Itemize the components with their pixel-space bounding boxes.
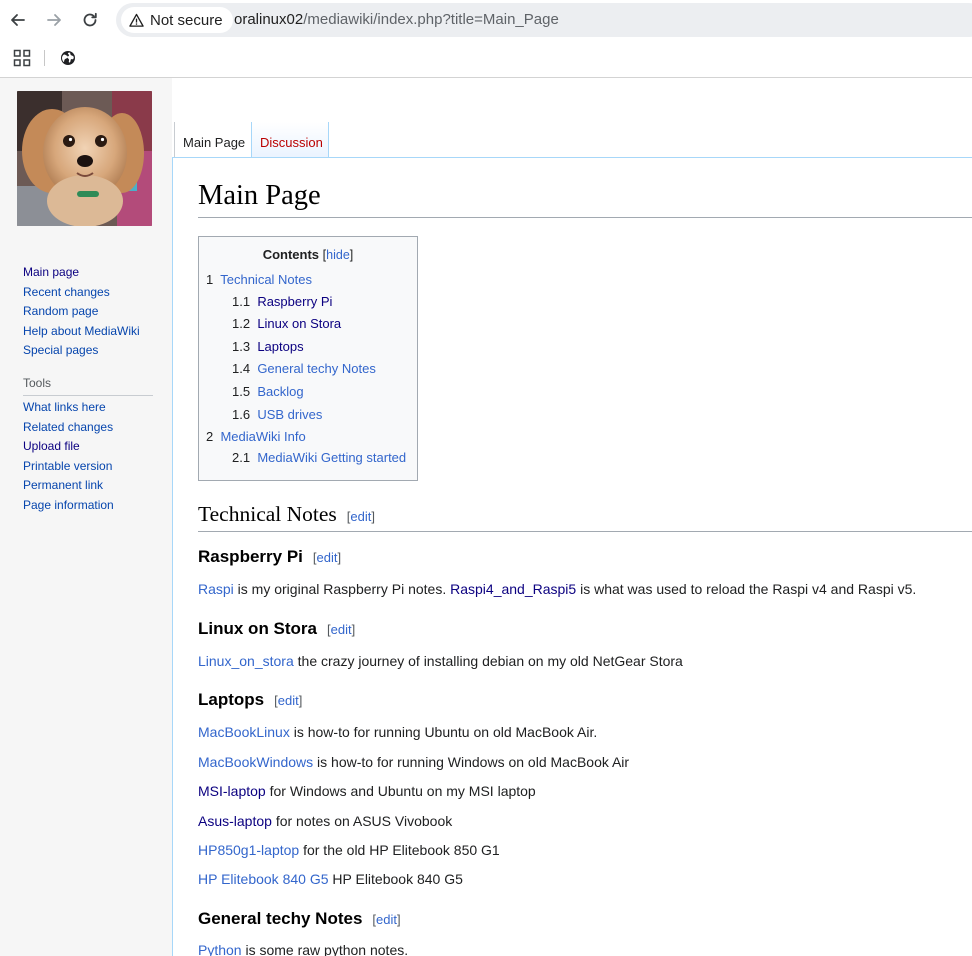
list-item: HP850g1-laptop for the old HP Elitebook … — [198, 842, 500, 858]
paragraph-general-techy: Python is some raw python notes. — [198, 942, 409, 956]
link-python[interactable]: Python — [198, 942, 242, 956]
back-button[interactable] — [6, 8, 30, 32]
toc-item[interactable]: 2.1 MediaWiki Getting started — [232, 450, 406, 465]
sidebar-item-upload-file[interactable]: Upload file — [23, 439, 80, 453]
link-raspi4-raspi5[interactable]: Raspi4_and_Raspi5 — [450, 581, 576, 597]
sidebar-item-printable-version[interactable]: Printable version — [23, 459, 112, 473]
link-macbookwindows[interactable]: MacBookWindows — [198, 754, 313, 770]
url-host: oralinux02 — [234, 11, 304, 28]
toc-header: Contents [hide] — [199, 247, 417, 262]
edit-section-link[interactable]: edit — [350, 509, 371, 524]
reload-button[interactable] — [78, 8, 102, 32]
link-asus-laptop[interactable]: Asus-laptop — [198, 813, 272, 829]
list-item: MSI-laptop for Windows and Ubuntu on my … — [198, 783, 536, 799]
page-title: Main Page — [198, 180, 321, 211]
section-heading-laptops: Laptops [edit] — [198, 690, 303, 709]
browser-chrome: Not secure oralinux02/mediawiki/index.ph… — [0, 0, 972, 78]
list-item: Asus-laptop for notes on ASUS Vivobook — [198, 813, 453, 829]
toc-item[interactable]: 1.2 Linux on Stora — [232, 316, 341, 331]
section-heading-raspberry-pi: Raspberry Pi [edit] — [198, 547, 342, 566]
security-chip[interactable]: Not secure — [121, 7, 233, 33]
list-item: MacBookLinux is how-to for running Ubunt… — [198, 724, 598, 740]
toc-hide-toggle: [hide] — [322, 248, 354, 262]
toc-item[interactable]: 2 MediaWiki Info — [206, 429, 306, 444]
site-logo[interactable] — [17, 91, 152, 226]
tools-heading: Tools — [23, 376, 153, 396]
navigation-portlet: Main page Recent changes Random page Hel… — [23, 263, 140, 361]
section-heading-general-techy-notes: General techy Notes [edit] — [198, 909, 401, 928]
sidebar-item-page-information[interactable]: Page information — [23, 498, 114, 512]
list-item: MacBookWindows is how-to for running Win… — [198, 754, 630, 770]
toc-title: Contents — [262, 247, 320, 262]
toc-item[interactable]: 1.5 Backlog — [232, 384, 304, 399]
section-divider — [198, 531, 972, 532]
sidebar-item-what-links-here[interactable]: What links here — [23, 400, 106, 414]
paragraph-linux-on-stora: Linux_on_stora the crazy journey of inst… — [198, 653, 683, 669]
address-bar[interactable]: Not secure oralinux02/mediawiki/index.ph… — [116, 3, 972, 37]
tab-discussion[interactable]: Discussion — [251, 122, 329, 158]
toc-item[interactable]: 1.6 USB drives — [232, 407, 322, 422]
url-text[interactable]: oralinux02/mediawiki/index.php?title=Mai… — [234, 11, 559, 28]
toc-item[interactable]: 1.1 Raspberry Pi — [232, 294, 332, 309]
sidebar-item-permanent-link[interactable]: Permanent link — [23, 478, 103, 492]
toc-hide-link[interactable]: hide — [326, 248, 350, 262]
sidebar-item-special-pages[interactable]: Special pages — [23, 343, 98, 357]
edit-section-link[interactable]: edit — [278, 693, 299, 708]
link-hp-elitebook-840-g5[interactable]: HP Elitebook 840 G5 — [198, 871, 329, 887]
toc-item[interactable]: 1 Technical Notes — [206, 272, 312, 287]
link-macbooklinux[interactable]: MacBookLinux — [198, 724, 290, 740]
tools-portlet: What links here Related changes Upload f… — [23, 398, 114, 516]
reload-icon — [83, 12, 97, 27]
globe-icon[interactable] — [59, 49, 77, 67]
security-label: Not secure — [150, 11, 223, 29]
link-raspi[interactable]: Raspi — [198, 581, 234, 597]
page-tabs: Main Page Discussion — [172, 122, 972, 158]
back-arrow-icon — [11, 14, 25, 26]
apps-grid-icon[interactable] — [13, 49, 31, 67]
dog-photo-logo — [17, 91, 152, 226]
warning-icon — [129, 13, 144, 27]
link-msi-laptop[interactable]: MSI-laptop — [198, 783, 266, 799]
url-path: /mediawiki/index.php?title=Main_Page — [303, 11, 559, 28]
edit-section-link[interactable]: edit — [317, 550, 338, 565]
table-of-contents: Contents [hide] 1 Technical Notes 1.1 Ra… — [198, 236, 418, 481]
tab-main-page[interactable]: Main Page — [174, 122, 251, 158]
edit-section-link[interactable]: edit — [376, 912, 397, 927]
toc-item[interactable]: 1.4 General techy Notes — [232, 361, 376, 376]
forward-button[interactable] — [42, 8, 66, 32]
link-linux-on-stora[interactable]: Linux_on_stora — [198, 653, 294, 669]
link-hp850g1-laptop[interactable]: HP850g1-laptop — [198, 842, 299, 858]
toc-item[interactable]: 1.3 Laptops — [232, 339, 304, 354]
bookmarks-bar — [0, 40, 972, 76]
edit-section-link[interactable]: edit — [331, 622, 352, 637]
sidebar-item-related-changes[interactable]: Related changes — [23, 420, 113, 434]
sidebar-item-random-page[interactable]: Random page — [23, 304, 98, 318]
sidebar: Main page Recent changes Random page Hel… — [0, 78, 172, 956]
title-divider — [198, 217, 972, 218]
bookmarks-separator — [44, 50, 45, 66]
list-item: HP Elitebook 840 G5 HP Elitebook 840 G5 — [198, 871, 463, 887]
sidebar-item-recent-changes[interactable]: Recent changes — [23, 285, 110, 299]
sidebar-item-main-page[interactable]: Main page — [23, 265, 79, 279]
paragraph-raspberry-pi: Raspi is my original Raspberry Pi notes.… — [198, 581, 917, 597]
forward-arrow-icon — [47, 14, 61, 26]
section-heading-linux-on-stora: Linux on Stora [edit] — [198, 619, 356, 638]
sidebar-item-help[interactable]: Help about MediaWiki — [23, 324, 140, 338]
main-content: Main Page Contents [hide] 1 Technical No… — [172, 157, 972, 956]
section-heading-technical-notes: Technical Notes [edit] — [198, 502, 376, 526]
